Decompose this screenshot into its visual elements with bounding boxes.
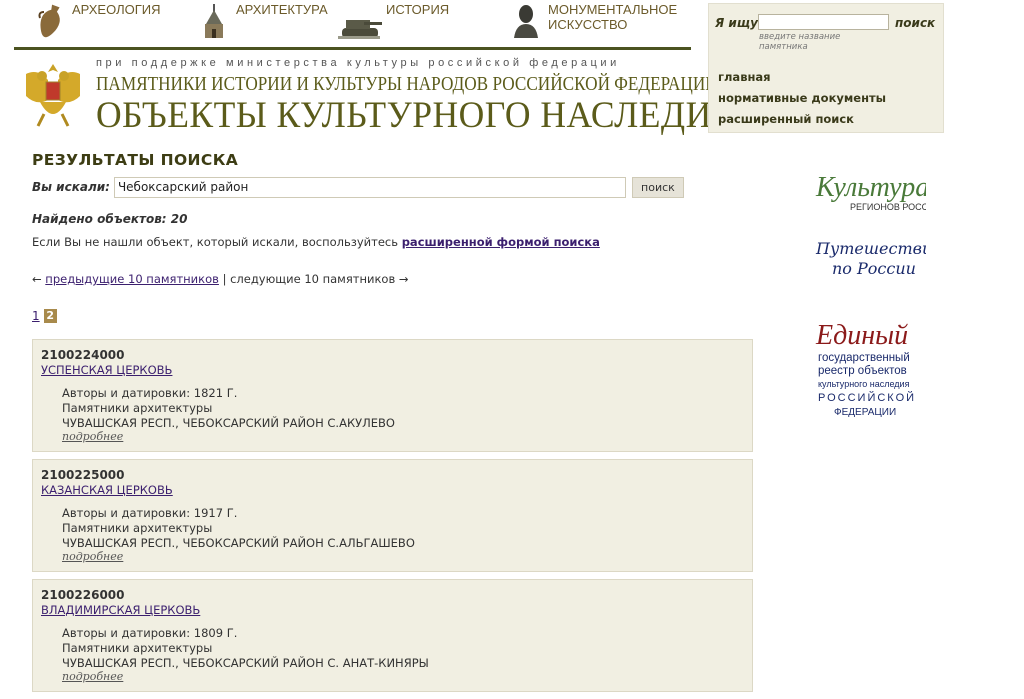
travel-line-1: Путешествие — [815, 239, 926, 258]
nav-architecture[interactable]: АРХИТЕКТУРА — [196, 2, 328, 40]
nav-link-documents[interactable]: нормативные документы — [718, 91, 886, 112]
query-search-button[interactable]: поиск — [631, 176, 684, 198]
category-nav: АРХЕОЛОГИЯ АРХИТЕКТУРА ИСТОРИЯ МОНУМЕНТА… — [14, 0, 691, 48]
result-details: Авторы и датировки: 1809 Г. Памятники ар… — [62, 626, 429, 685]
registry-line-4: РОССИЙСКОЙ — [818, 391, 916, 404]
next-arrow-icon: → — [398, 272, 409, 286]
search-button[interactable]: поиск — [895, 16, 935, 30]
registry-line-5: ФЕДЕРАЦИИ — [834, 407, 896, 418]
result-type: Памятники архитектуры — [62, 640, 213, 655]
kultura-main-text: Культура — [815, 172, 926, 203]
tank-icon — [338, 20, 382, 39]
amphora-icon — [38, 4, 60, 38]
registry-line-1: государственный — [818, 352, 910, 364]
result-address: ЧУВАШСКАЯ РЕСП., ЧЕБОКСАРСКИЙ РАЙОН С.АК… — [62, 415, 395, 430]
result-more-link[interactable]: подробнее — [62, 670, 429, 685]
nav-link-advanced-search[interactable]: расширенный поиск — [718, 112, 886, 133]
nav-link-home[interactable]: главная — [718, 70, 886, 91]
result-authors: Авторы и датировки: 1809 Г. — [62, 626, 238, 640]
page-link-1[interactable]: 1 — [32, 309, 40, 323]
search-panel: Я ищу введите название памятника поиск г… — [708, 3, 944, 133]
result-details: Авторы и датировки: 1917 Г. Памятники ар… — [62, 506, 415, 565]
travel-banner[interactable]: Путешествие по России — [814, 234, 942, 284]
bust-icon — [514, 5, 538, 38]
query-label: Вы искали: — [32, 180, 110, 194]
header-divider — [14, 47, 691, 50]
registry-line-3: культурного наследия — [818, 379, 910, 389]
nav-monumental[interactable]: МОНУМЕНТАЛЬНОЕ ИСКУССТВО — [508, 2, 678, 40]
result-more-link[interactable]: подробнее — [62, 430, 395, 445]
result-authors: Авторы и датировки: 1821 Г. — [62, 386, 238, 400]
kultura-logo: Культура РЕГИОНОВ РОССИИ — [815, 172, 941, 212]
side-nav: главная нормативные документы расширенны… — [718, 70, 886, 133]
prev-page-link[interactable]: предыдущие 10 памятников — [45, 272, 219, 286]
result-number: 2100226000 — [41, 588, 125, 602]
found-count: Найдено объектов: 20 — [32, 212, 188, 226]
result-card: 2100226000 ВЛАДИМИРСКАЯ ЦЕРКОВЬ Авторы и… — [32, 579, 753, 692]
result-details: Авторы и датировки: 1821 Г. Памятники ар… — [62, 386, 395, 445]
result-authors: Авторы и датировки: 1917 Г. — [62, 506, 238, 520]
search-hint: введите название памятника — [759, 32, 841, 52]
result-name-link[interactable]: УСПЕНСКАЯ ЦЕРКОВЬ — [41, 363, 172, 377]
registry-banner[interactable]: Единый государственный реестр объектов к… — [814, 318, 926, 422]
travel-line-2: по России — [832, 259, 916, 278]
registry-logo: Единый государственный реестр объектов к… — [815, 320, 916, 418]
result-address: ЧУВАШСКАЯ РЕСП., ЧЕБОКСАРСКИЙ РАЙОН С. А… — [62, 655, 429, 670]
result-name-link[interactable]: ВЛАДИМИРСКАЯ ЦЕРКОВЬ — [41, 603, 200, 617]
result-number: 2100224000 — [41, 348, 125, 362]
search-input[interactable] — [758, 14, 889, 30]
nav-archaeology-label: АРХЕОЛОГИЯ — [72, 2, 161, 17]
support-tagline: при поддержке министерства культуры росс… — [96, 57, 620, 69]
travel-logo: Путешествие по России — [815, 239, 942, 278]
church-icon — [205, 4, 223, 38]
page-numbers: 1 2 — [32, 309, 57, 323]
current-page: 2 — [43, 309, 57, 323]
result-type: Памятники архитектуры — [62, 400, 213, 415]
nav-architecture-label: АРХИТЕКТУРА — [236, 2, 328, 17]
nav-history-label: ИСТОРИЯ — [386, 2, 450, 17]
search-hint-text: Если Вы не нашли объект, который искали,… — [32, 235, 600, 249]
result-card: 2100224000 УСПЕНСКАЯ ЦЕРКОВЬ Авторы и да… — [32, 339, 753, 452]
hint-text: Если Вы не нашли объект, который искали,… — [32, 235, 399, 249]
page-title: РЕЗУЛЬТАТЫ ПОИСКА — [32, 151, 239, 169]
result-name-link[interactable]: КАЗАНСКАЯ ЦЕРКОВЬ — [41, 483, 173, 497]
results-list: 2100224000 УСПЕНСКАЯ ЦЕРКОВЬ Авторы и да… — [32, 339, 753, 699]
nav-archaeology[interactable]: АРХЕОЛОГИЯ — [32, 2, 160, 40]
kultura-banner[interactable]: Культура РЕГИОНОВ РОССИИ — [814, 166, 941, 220]
query-row: Вы искали: поиск — [32, 176, 684, 198]
registry-main-text: Единый — [815, 320, 908, 351]
advanced-search-link[interactable]: расширенной формой поиска — [402, 235, 600, 249]
site-subtitle: ПАМЯТНИКИ ИСТОРИИ И КУЛЬТУРЫ НАРОДОВ РОС… — [96, 73, 718, 95]
result-number: 2100225000 — [41, 468, 125, 482]
coat-of-arms-icon — [26, 64, 80, 127]
query-input[interactable] — [113, 176, 626, 198]
result-address: ЧУВАШСКАЯ РЕСП., ЧЕБОКСАРСКИЙ РАЙОН С.АЛ… — [62, 535, 415, 550]
site-title[interactable]: ОБЪЕКТЫ КУЛЬТУРНОГО НАСЛЕДИЯ — [96, 94, 736, 137]
next-page-text: следующие 10 памятников — [230, 272, 396, 286]
prev-arrow-icon: ← — [32, 272, 42, 286]
nav-monumental-label: МОНУМЕНТАЛЬНОЕ ИСКУССТВО — [548, 2, 678, 32]
result-card: 2100225000 КАЗАНСКАЯ ЦЕРКОВЬ Авторы и да… — [32, 459, 753, 572]
kultura-sub-text: РЕГИОНОВ РОССИИ — [850, 202, 926, 212]
pager: ← предыдущие 10 памятников | следующие 1… — [32, 272, 409, 286]
result-more-link[interactable]: подробнее — [62, 550, 415, 565]
nav-history[interactable]: ИСТОРИЯ — [336, 2, 449, 40]
result-type: Памятники архитектуры — [62, 520, 213, 535]
registry-line-2: реестр объектов — [818, 365, 907, 377]
pager-separator: | — [222, 272, 227, 286]
search-label: Я ищу — [715, 16, 758, 30]
